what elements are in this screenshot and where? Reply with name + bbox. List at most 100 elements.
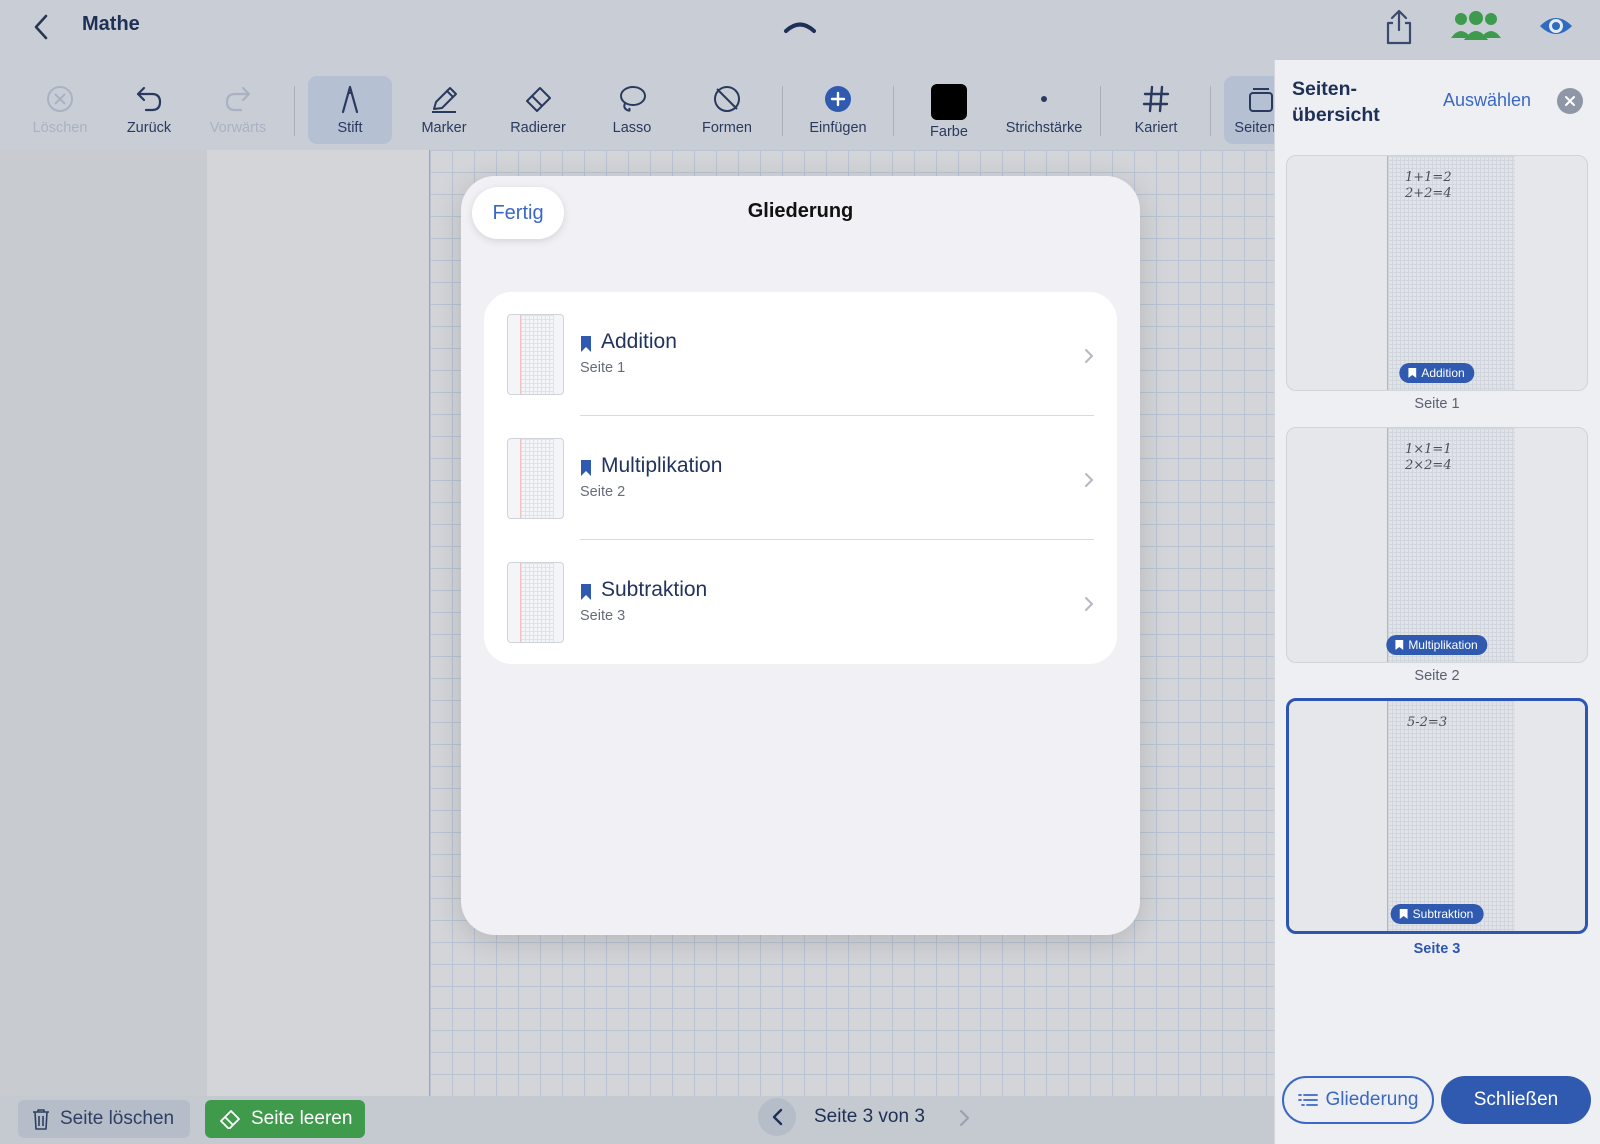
page-overview-panel: Seiten- übersicht Auswählen 1+1=2 2+2=4 … xyxy=(1274,60,1600,1144)
redo-button[interactable]: Vorwärts xyxy=(196,76,280,144)
outline-button-label: Gliederung xyxy=(1325,1089,1419,1110)
bookmark-icon xyxy=(581,336,591,352)
bookmark-badge: Addition xyxy=(1399,363,1475,383)
chevron-right-icon xyxy=(1085,349,1094,363)
bookmark-icon xyxy=(581,584,591,600)
list-icon xyxy=(1297,1094,1318,1106)
page-handwriting: 1+1=2 2+2=4 xyxy=(1405,170,1452,201)
outline-row-subtraktion[interactable]: Subtraktion Seite 3 xyxy=(484,540,1117,664)
badge-label: Subtraktion xyxy=(1412,907,1474,921)
modal-title: Gliederung xyxy=(747,200,854,222)
page-thumbnail xyxy=(507,438,564,519)
outline-entry-page: Seite 2 xyxy=(580,484,626,500)
tool-label: Vorwärts xyxy=(209,120,267,136)
previous-page-button[interactable] xyxy=(758,1098,796,1136)
shapes-tool-button[interactable]: Formen xyxy=(685,76,769,144)
toolbar-divider xyxy=(893,86,894,136)
page-indicator: Seite 3 von 3 xyxy=(814,1106,925,1127)
plus-circle-icon xyxy=(825,86,851,112)
eraser-tool-button[interactable]: Radierer xyxy=(496,76,580,144)
pages-icon xyxy=(1249,88,1273,112)
page-label: Seite 1 xyxy=(1414,396,1460,412)
marker-icon xyxy=(432,87,457,113)
marker-tool-button[interactable]: Marker xyxy=(402,76,486,144)
current-color-swatch xyxy=(931,84,967,120)
bookmark-badge: Multiplikation xyxy=(1386,635,1488,655)
bookmark-icon xyxy=(581,460,591,476)
outline-list: Addition Seite 1 Multiplikation Seite 2 … xyxy=(484,292,1117,664)
clear-page-button[interactable]: Seite leeren xyxy=(205,1100,365,1138)
outline-button[interactable]: Gliederung xyxy=(1282,1076,1434,1124)
tool-label: Farbe xyxy=(930,124,968,140)
toolbar-divider xyxy=(1100,86,1101,136)
bookmark-badge: Subtraktion xyxy=(1390,904,1484,924)
bottom-bar: Seite löschen Seite leeren Seite 3 von 3 xyxy=(0,1096,1274,1144)
outline-entry-page: Seite 1 xyxy=(580,360,626,376)
outline-entry-page: Seite 3 xyxy=(580,608,626,624)
chevron-right-icon xyxy=(1085,473,1094,487)
outline-entry-name: Addition xyxy=(601,330,677,353)
badge-label: Multiplikation xyxy=(1408,638,1478,652)
color-picker-button[interactable]: Farbe xyxy=(907,76,991,144)
collaborators-icon[interactable] xyxy=(1450,10,1502,42)
grid-paper-button[interactable]: Kariert xyxy=(1114,76,1198,144)
page-thumbnail-3[interactable]: 5-2=3 Subtraktion xyxy=(1286,698,1588,934)
undo-icon xyxy=(136,86,162,112)
chevron-right-icon xyxy=(959,1109,970,1127)
next-page-button[interactable] xyxy=(953,1106,977,1130)
document-title: Mathe xyxy=(82,13,140,35)
panel-title: Seiten- übersicht xyxy=(1292,78,1380,126)
toolbar-divider xyxy=(294,86,295,136)
page-label: Seite 2 xyxy=(1414,668,1460,684)
pen-icon xyxy=(341,85,359,114)
tool-label: Strichstärke xyxy=(1005,120,1083,136)
undo-button[interactable]: Zurück xyxy=(107,76,191,144)
eraser-icon xyxy=(220,1110,240,1129)
tool-label: Stift xyxy=(337,120,363,136)
tool-label: Lasso xyxy=(612,120,652,136)
page-thumbnail xyxy=(507,562,564,643)
collapse-toolbar-icon[interactable] xyxy=(782,16,818,36)
close-panel-button[interactable] xyxy=(1557,88,1583,114)
delete-page-label: Seite löschen xyxy=(60,1108,175,1129)
badge-label: Addition xyxy=(1421,366,1465,380)
page-label: Seite 3 xyxy=(1413,941,1461,957)
toolbar-divider xyxy=(1210,86,1211,136)
tool-label: Marker xyxy=(421,120,467,136)
lasso-tool-button[interactable]: Lasso xyxy=(590,76,674,144)
tool-label: Formen xyxy=(702,120,752,136)
tool-label: Radierer xyxy=(510,120,566,136)
delete-tool-button[interactable]: Löschen xyxy=(18,76,102,144)
pen-tool-button[interactable]: Stift xyxy=(308,76,392,144)
bookmark-icon xyxy=(1408,368,1417,378)
redo-icon xyxy=(225,86,251,112)
tool-label: Seitenü xyxy=(1234,120,1274,136)
tool-label: Löschen xyxy=(32,120,88,136)
chevron-left-icon xyxy=(772,1108,783,1126)
back-chevron-icon[interactable] xyxy=(24,10,58,44)
page-handwriting: 5-2=3 xyxy=(1407,715,1448,730)
share-icon[interactable] xyxy=(1384,8,1414,46)
bookmark-icon xyxy=(1399,909,1408,919)
page-thumbnail-1[interactable]: 1+1=2 2+2=4 Addition xyxy=(1286,155,1588,391)
view-mode-eye-icon[interactable] xyxy=(1538,10,1574,42)
lasso-icon xyxy=(620,86,646,112)
toolbar-divider xyxy=(782,86,783,136)
insert-button[interactable]: Einfügen xyxy=(796,76,880,144)
page-overview-button[interactable]: Seitenü xyxy=(1224,76,1274,144)
page-thumbnail xyxy=(507,314,564,395)
delete-page-button[interactable]: Seite löschen xyxy=(18,1100,190,1138)
stroke-dot-icon xyxy=(1041,96,1047,102)
page-handwriting: 1×1=1 2×2=4 xyxy=(1405,442,1452,473)
select-pages-button[interactable]: Auswählen xyxy=(1443,90,1531,111)
tool-label: Kariert xyxy=(1134,120,1178,136)
page-thumbnail-2[interactable]: 1×1=1 2×2=4 Multiplikation xyxy=(1286,427,1588,663)
outline-row-addition[interactable]: Addition Seite 1 xyxy=(484,292,1117,416)
outline-row-multiplikation[interactable]: Multiplikation Seite 2 xyxy=(484,416,1117,540)
stroke-width-button[interactable]: Strichstärke xyxy=(1001,76,1087,144)
outline-entry-name: Subtraktion xyxy=(601,578,708,601)
bookmark-icon xyxy=(1395,640,1404,650)
hash-grid-icon xyxy=(1142,85,1170,113)
close-button[interactable]: Schließen xyxy=(1441,1076,1591,1124)
shapes-off-icon xyxy=(714,86,740,112)
